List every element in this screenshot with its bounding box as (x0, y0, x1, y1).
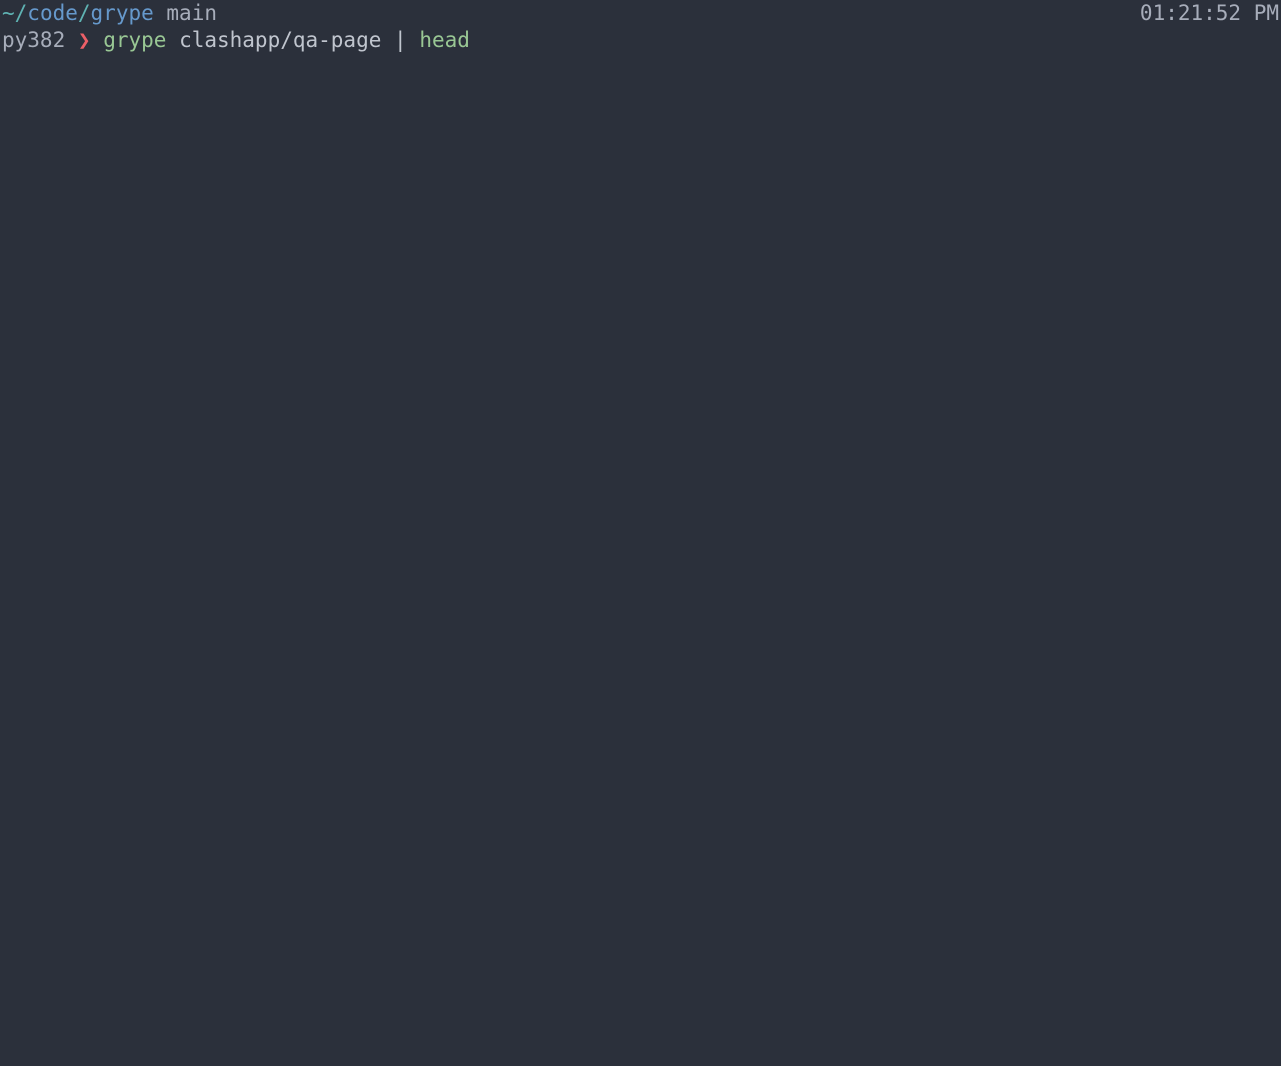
timestamp: 01:21:52 PM (1140, 0, 1279, 27)
command-argument: clashapp/qa-page (179, 28, 381, 52)
git-branch: main (166, 1, 217, 25)
path-segment-grype: grype (91, 1, 154, 25)
command-name: grype (103, 28, 166, 52)
prompt-left: ~/code/grype main (2, 0, 217, 27)
path-segment-code: code (27, 1, 78, 25)
terminal-window[interactable]: ~/code/grype main 01:21:52 PM py382 ❯ gr… (0, 0, 1281, 1066)
path-separator: / (78, 1, 91, 25)
command-tail: head (419, 28, 470, 52)
prompt-line-2[interactable]: py382 ❯ grype clashapp/qa-page | head (0, 27, 1281, 54)
prompt-chevron-icon: ❯ (78, 28, 91, 52)
prompt-line-1: ~/code/grype main 01:21:52 PM (0, 0, 1281, 27)
path-tilde: ~/ (2, 1, 27, 25)
python-env: py382 (2, 28, 65, 52)
pipe-operator: | (394, 28, 407, 52)
